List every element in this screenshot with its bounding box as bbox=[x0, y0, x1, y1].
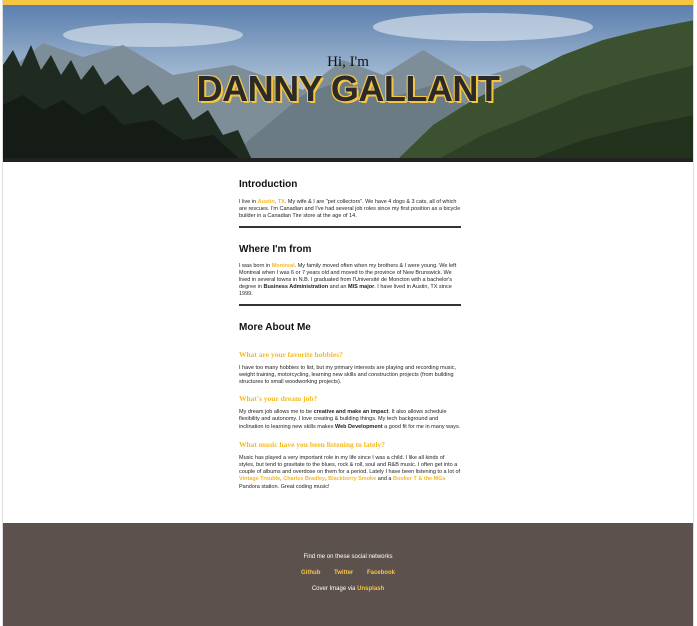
from-text-3: and an bbox=[328, 284, 348, 291]
band-link-vintage-trouble[interactable]: Vintage Trouble bbox=[239, 476, 280, 482]
band-link-booker-t[interactable]: Booker T & the MGs bbox=[393, 476, 446, 482]
answer-music: Music has played a very important role i… bbox=[239, 455, 461, 491]
answer-text: Pandora station. Great coding music! bbox=[239, 483, 330, 490]
austin-link[interactable]: Austin, TX bbox=[258, 199, 285, 205]
hero-bottom-border bbox=[3, 158, 693, 162]
band-link-blackberry-smoke[interactable]: Blackberry Smoke bbox=[328, 476, 376, 482]
hero-banner: Hi, I'm DANNY GALLANT bbox=[3, 5, 693, 162]
social-links: Github Twitter Facebook bbox=[3, 570, 693, 576]
section-where-from: Where I'm from I was born in Montreal. M… bbox=[239, 244, 461, 306]
answer-text: Music has played a very important role i… bbox=[239, 454, 461, 476]
footer: Find me on these social networks Github … bbox=[3, 523, 693, 626]
section-more-about: More About Me What are your favorite hob… bbox=[239, 322, 461, 491]
answer-text: a good fit for me in many ways. bbox=[382, 423, 461, 430]
answer-dream-job: My dream job allows me to be creative an… bbox=[239, 409, 461, 431]
section-title: Introduction bbox=[239, 179, 298, 190]
section-title: More About Me bbox=[239, 321, 311, 333]
question-dream-job: What's your dream job? bbox=[239, 394, 318, 404]
cover-image-credit: Cover Image via Unsplash bbox=[3, 586, 693, 592]
github-link[interactable]: Github bbox=[301, 570, 320, 576]
answer-text: and a bbox=[376, 476, 393, 483]
twitter-link[interactable]: Twitter bbox=[334, 570, 353, 576]
page: Hi, I'm DANNY GALLANT Introduction I liv… bbox=[2, 0, 694, 626]
answer-bold: creative and make an impact bbox=[313, 409, 389, 416]
intro-text: I live in bbox=[239, 199, 258, 205]
major-text: MIS major bbox=[347, 284, 375, 291]
answer-text: My dream job allows me to be bbox=[239, 409, 314, 416]
site-owner-name: DANNY GALLANT bbox=[196, 68, 500, 109]
credit-text: Cover Image via bbox=[311, 586, 358, 592]
section-divider bbox=[239, 225, 461, 228]
montreal-link[interactable]: Montreal bbox=[272, 263, 295, 269]
main-content: Introduction I live in Austin, TX. My wi… bbox=[239, 172, 461, 491]
question-music: What music have you been listening to la… bbox=[239, 439, 386, 449]
band-link-charles-bradley[interactable]: Charles Bradley bbox=[283, 476, 325, 482]
section-title: Where I'm from bbox=[239, 243, 312, 255]
unsplash-link[interactable]: Unsplash bbox=[357, 586, 384, 592]
degree-text: Business Administration bbox=[263, 284, 329, 291]
section-divider bbox=[239, 303, 461, 306]
answer-bold: Web Development bbox=[335, 423, 383, 430]
answer-hobbies: I have too many hobbies to list, but my … bbox=[239, 364, 457, 386]
question-hobbies: What are your favorite hobbies? bbox=[239, 349, 343, 359]
social-networks-heading: Find me on these social networks bbox=[303, 554, 393, 560]
from-text: I was born in bbox=[239, 262, 272, 269]
intro-paragraph: I live in Austin, TX. My wife & I are "p… bbox=[239, 199, 461, 221]
section-introduction: Introduction I live in Austin, TX. My wi… bbox=[239, 179, 461, 228]
from-paragraph: I was born in Montreal. My family moved … bbox=[239, 263, 461, 299]
facebook-link[interactable]: Facebook bbox=[367, 570, 395, 576]
